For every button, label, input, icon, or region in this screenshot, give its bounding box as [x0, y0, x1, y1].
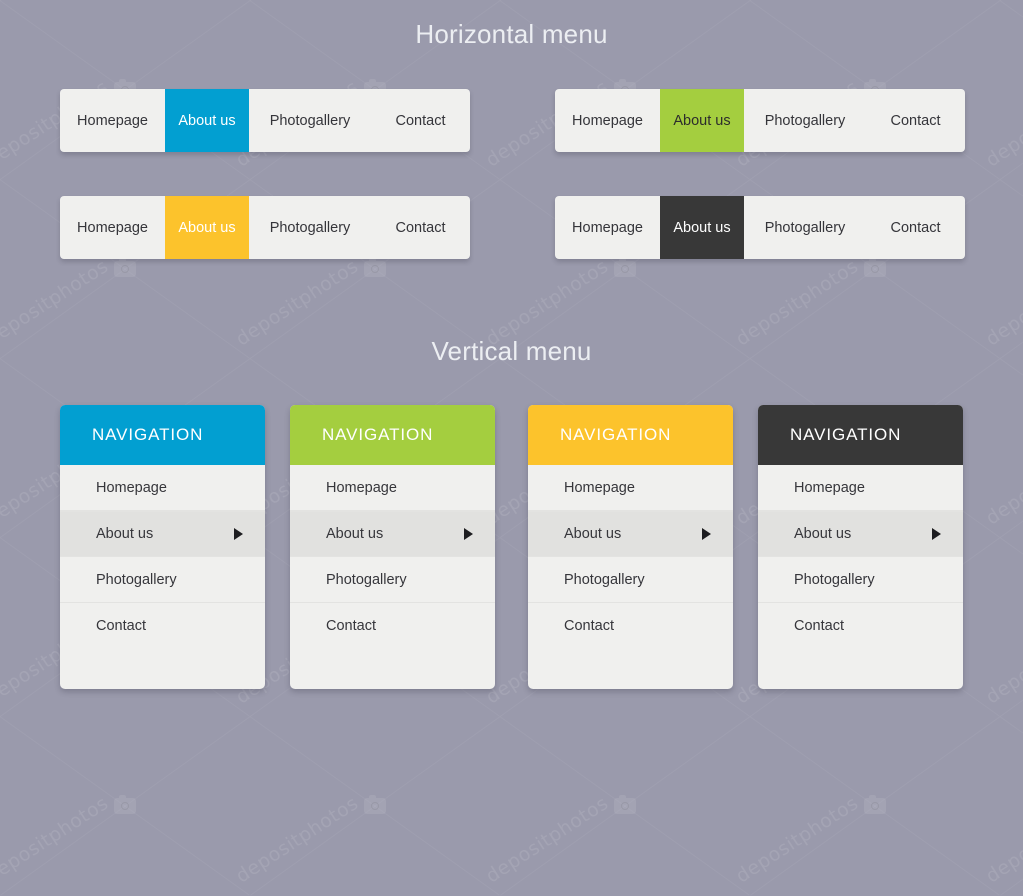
camera-icon: [364, 257, 386, 277]
hmenu-dark-item-photogallery[interactable]: Photogallery: [744, 196, 866, 259]
hmenu-green-item-about-us[interactable]: About us: [660, 89, 744, 152]
watermark-text: depositphotos: [982, 76, 1023, 172]
camera-icon: [614, 794, 636, 814]
horizontal-menu-blue: Homepage About us Photogallery Contact: [60, 89, 470, 152]
horizontal-menu-section-title: Horizontal menu: [415, 19, 608, 49]
vmenu-yellow-item-homepage[interactable]: Homepage: [528, 465, 733, 511]
vmenu-dark-item-contact-label: Contact: [794, 618, 844, 634]
camera-icon: [114, 257, 136, 277]
vmenu-green-item-about-us[interactable]: About us: [290, 511, 495, 557]
hmenu-blue-item-homepage[interactable]: Homepage: [60, 89, 165, 152]
vmenu-green-item-contact-label: Contact: [326, 618, 376, 634]
vmenu-blue-item-homepage[interactable]: Homepage: [60, 465, 265, 511]
vertical-menu-green: NAVIGATION Homepage About us Photogaller…: [290, 405, 495, 689]
vmenu-green-item-homepage[interactable]: Homepage: [290, 465, 495, 511]
vmenu-dark-header: NAVIGATION: [758, 405, 963, 465]
vmenu-blue-item-photogallery[interactable]: Photogallery: [60, 557, 265, 603]
vmenu-yellow-item-contact-label: Contact: [564, 618, 614, 634]
hmenu-dark-item-homepage[interactable]: Homepage: [555, 196, 660, 259]
watermark-text: depositphotos: [982, 434, 1023, 530]
vmenu-green-item-about-us-label: About us: [326, 526, 384, 542]
submenu-arrow-icon: [234, 528, 243, 540]
horizontal-menu-yellow: Homepage About us Photogallery Contact: [60, 196, 470, 259]
vertical-menu-blue: NAVIGATION Homepage About us Photogaller…: [60, 405, 265, 689]
vmenu-green-item-photogallery[interactable]: Photogallery: [290, 557, 495, 603]
vmenu-yellow-item-about-us-label: About us: [564, 526, 622, 542]
vmenu-yellow-item-homepage-label: Homepage: [564, 479, 635, 496]
watermark-text: depositphotos: [232, 792, 363, 888]
vmenu-dark-item-homepage[interactable]: Homepage: [758, 465, 963, 511]
vmenu-blue-items: Homepage About us Photogallery Contact: [60, 465, 265, 689]
camera-icon: [864, 257, 886, 277]
hmenu-dark-item-about-us[interactable]: About us: [660, 196, 744, 259]
hmenu-blue-item-about-us[interactable]: About us: [165, 89, 249, 152]
hmenu-blue-item-contact[interactable]: Contact: [371, 89, 470, 152]
submenu-arrow-icon: [702, 528, 711, 540]
vmenu-green-item-homepage-label: Homepage: [326, 479, 397, 496]
vmenu-green-item-photogallery-label: Photogallery: [326, 571, 407, 588]
hmenu-yellow-item-contact[interactable]: Contact: [371, 196, 470, 259]
watermark-text: depositphotos: [482, 792, 613, 888]
vmenu-yellow-header: NAVIGATION: [528, 405, 733, 465]
submenu-arrow-icon: [932, 528, 941, 540]
vertical-menu-section-title: Vertical menu: [431, 336, 592, 366]
camera-icon: [364, 794, 386, 814]
vmenu-blue-item-contact[interactable]: Contact: [60, 603, 265, 649]
vmenu-green-header: NAVIGATION: [290, 405, 495, 465]
vmenu-dark-item-photogallery[interactable]: Photogallery: [758, 557, 963, 603]
vmenu-yellow-item-contact[interactable]: Contact: [528, 603, 733, 649]
hmenu-green-item-homepage[interactable]: Homepage: [555, 89, 660, 152]
vmenu-dark-item-about-us[interactable]: About us: [758, 511, 963, 557]
vmenu-yellow-item-about-us[interactable]: About us: [528, 511, 733, 557]
camera-icon: [114, 794, 136, 814]
vertical-menu-yellow: NAVIGATION Homepage About us Photogaller…: [528, 405, 733, 689]
watermark-text: depositphotos: [982, 613, 1023, 709]
vmenu-blue-item-about-us-label: About us: [96, 526, 154, 542]
vertical-menu-dark: NAVIGATION Homepage About us Photogaller…: [758, 405, 963, 689]
hmenu-yellow-item-homepage[interactable]: Homepage: [60, 196, 165, 259]
hmenu-yellow-item-about-us[interactable]: About us: [165, 196, 249, 259]
vmenu-dark-item-homepage-label: Homepage: [794, 479, 865, 496]
vmenu-green-items: Homepage About us Photogallery Contact: [290, 465, 495, 689]
vmenu-dark-item-photogallery-label: Photogallery: [794, 571, 875, 588]
vmenu-blue-item-photogallery-label: Photogallery: [96, 571, 177, 588]
vmenu-blue-header: NAVIGATION: [60, 405, 265, 465]
horizontal-menu-green: Homepage About us Photogallery Contact: [555, 89, 965, 152]
vmenu-blue-item-homepage-label: Homepage: [96, 479, 167, 496]
camera-icon: [614, 257, 636, 277]
camera-icon: [864, 794, 886, 814]
horizontal-menu-dark: Homepage About us Photogallery Contact: [555, 196, 965, 259]
hmenu-green-item-contact[interactable]: Contact: [866, 89, 965, 152]
vmenu-dark-item-about-us-label: About us: [794, 526, 852, 542]
watermark-text: depositphotos: [982, 792, 1023, 888]
vmenu-yellow-items: Homepage About us Photogallery Contact: [528, 465, 733, 689]
watermark-text: depositphotos: [0, 792, 113, 888]
vmenu-yellow-item-photogallery[interactable]: Photogallery: [528, 557, 733, 603]
vmenu-green-item-contact[interactable]: Contact: [290, 603, 495, 649]
hmenu-dark-item-contact[interactable]: Contact: [866, 196, 965, 259]
vmenu-dark-item-contact[interactable]: Contact: [758, 603, 963, 649]
hmenu-yellow-item-photogallery[interactable]: Photogallery: [249, 196, 371, 259]
hmenu-green-item-photogallery[interactable]: Photogallery: [744, 89, 866, 152]
vmenu-yellow-item-photogallery-label: Photogallery: [564, 571, 645, 588]
hmenu-blue-item-photogallery[interactable]: Photogallery: [249, 89, 371, 152]
vmenu-blue-item-about-us[interactable]: About us: [60, 511, 265, 557]
vmenu-blue-item-contact-label: Contact: [96, 618, 146, 634]
submenu-arrow-icon: [464, 528, 473, 540]
vmenu-dark-items: Homepage About us Photogallery Contact: [758, 465, 963, 689]
watermark-text: depositphotos: [732, 792, 863, 888]
